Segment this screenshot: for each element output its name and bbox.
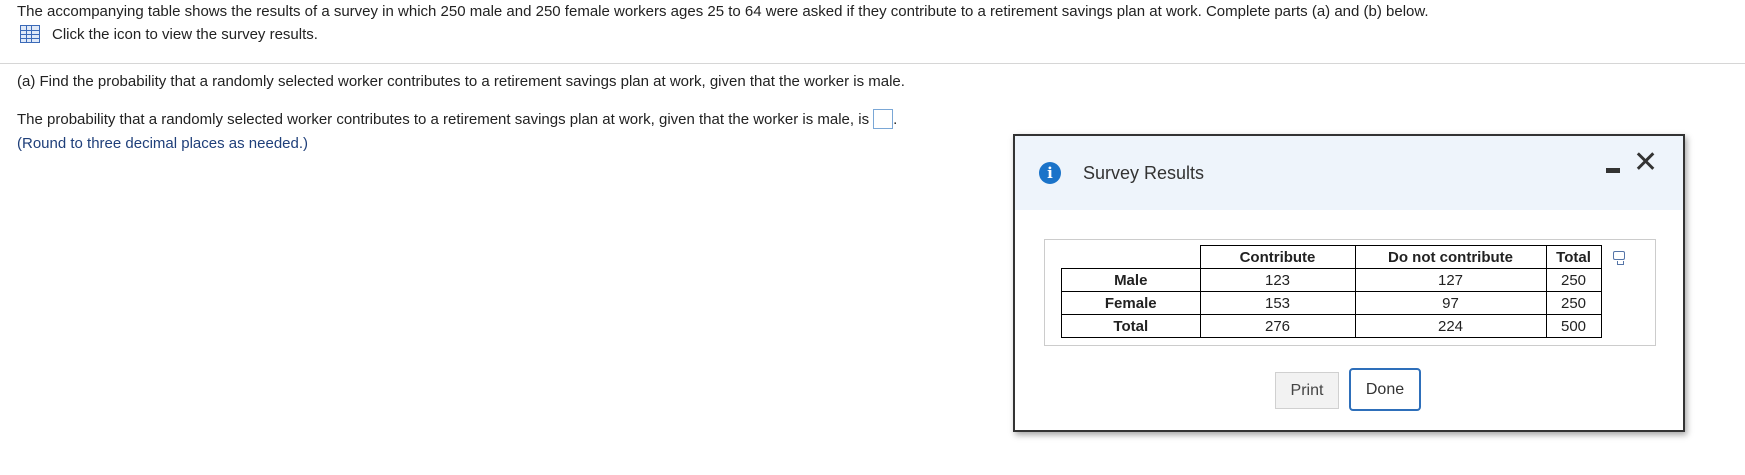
section-divider bbox=[0, 63, 1745, 64]
dialog-header: i Survey Results ✕ bbox=[1015, 136, 1683, 210]
row-label: Female bbox=[1061, 291, 1201, 315]
answer-line: The probability that a randomly selected… bbox=[17, 109, 897, 129]
column-header: Do not contribute bbox=[1354, 245, 1547, 269]
table-row: Male 123 127 250 bbox=[1061, 268, 1602, 292]
table-frame: Contribute Do not contribute Total Male … bbox=[1044, 239, 1656, 346]
dialog-title: Survey Results bbox=[1083, 163, 1205, 183]
part-a-question: (a) Find the probability that a randomly… bbox=[17, 73, 905, 90]
table-row: Female 153 97 250 bbox=[1061, 291, 1602, 315]
table-cell: 250 bbox=[1545, 291, 1602, 315]
table-cell: 250 bbox=[1545, 268, 1602, 292]
table-header-row: Contribute Do not contribute Total bbox=[1062, 245, 1602, 269]
table-grid-icon[interactable] bbox=[20, 25, 40, 43]
done-button[interactable]: Done bbox=[1349, 368, 1421, 411]
close-icon[interactable]: ✕ bbox=[1633, 148, 1658, 178]
answer-suffix: . bbox=[893, 110, 898, 128]
rounding-hint: (Round to three decimal places as needed… bbox=[17, 135, 309, 152]
minimize-icon[interactable] bbox=[1606, 168, 1620, 173]
survey-results-dialog: i Survey Results ✕ Contribute Do not con… bbox=[1013, 134, 1685, 432]
table-cell: 123 bbox=[1199, 268, 1356, 292]
view-results-link[interactable]: Click the icon to view the survey result… bbox=[52, 26, 318, 43]
table-cell: 97 bbox=[1354, 291, 1547, 315]
table-cell: 153 bbox=[1199, 291, 1356, 315]
view-results-row: Click the icon to view the survey result… bbox=[20, 25, 318, 43]
answer-input[interactable] bbox=[873, 109, 894, 129]
table-corner-cell bbox=[1062, 246, 1201, 269]
table-row: Total 276 224 500 bbox=[1061, 314, 1602, 338]
table-cell: 500 bbox=[1545, 314, 1602, 338]
row-label: Male bbox=[1061, 268, 1201, 292]
info-icon: i bbox=[1039, 162, 1061, 184]
table-cell: 224 bbox=[1354, 314, 1547, 338]
table-cell: 276 bbox=[1199, 314, 1356, 338]
copy-table-icon[interactable] bbox=[1613, 251, 1625, 265]
answer-sentence: The probability that a randomly selected… bbox=[17, 110, 870, 128]
print-button[interactable]: Print bbox=[1275, 372, 1339, 409]
column-header: Total bbox=[1545, 245, 1602, 269]
table-cell: 127 bbox=[1354, 268, 1547, 292]
row-label: Total bbox=[1061, 314, 1201, 338]
column-header: Contribute bbox=[1199, 245, 1356, 269]
survey-table: Contribute Do not contribute Total Male … bbox=[1061, 245, 1602, 338]
intro-text: The accompanying table shows the results… bbox=[17, 3, 1429, 20]
